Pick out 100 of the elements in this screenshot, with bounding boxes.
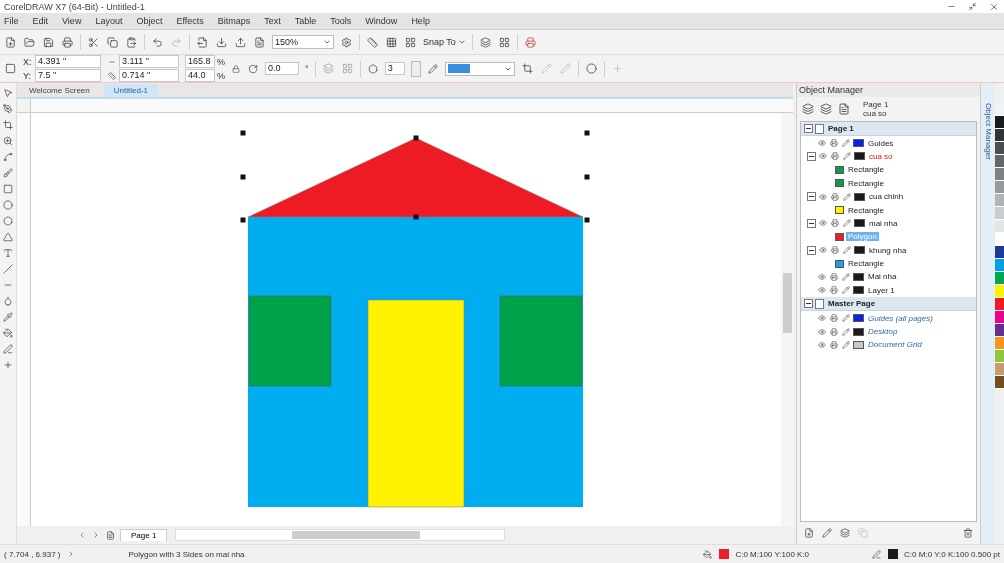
restore-icon[interactable]: [967, 1, 978, 12]
tree-item[interactable]: Page 1: [826, 124, 856, 134]
polygon-icon[interactable]: [366, 62, 379, 75]
snap-to-button[interactable]: Snap To: [423, 37, 466, 47]
zoom-dropdown[interactable]: 150%: [272, 35, 334, 49]
palette-swatch[interactable]: [995, 259, 1004, 272]
triangle-icon[interactable]: [2, 231, 14, 243]
settings-icon[interactable]: [340, 35, 353, 49]
selection-handle[interactable]: [240, 217, 246, 223]
layer-view-icon[interactable]: [819, 102, 833, 116]
polygon-icon[interactable]: [2, 215, 14, 227]
circle-icon[interactable]: [584, 62, 598, 75]
tree-item[interactable]: Rectangle: [846, 165, 887, 175]
palette-swatch[interactable]: [995, 129, 1004, 142]
palette-swatch[interactable]: [995, 155, 1004, 168]
docker-side-tab[interactable]: Object Manager: [980, 83, 995, 544]
eye-icon[interactable]: [817, 339, 827, 350]
scale-y-field[interactable]: 44.0: [185, 69, 215, 82]
rotation-field[interactable]: 0.0: [265, 62, 299, 75]
tree-item[interactable]: mai nha: [867, 218, 900, 228]
paint-bucket-icon[interactable]: [2, 327, 14, 339]
scale-x-field[interactable]: 165.8: [185, 55, 215, 68]
save-icon[interactable]: [42, 35, 55, 49]
palette-swatch[interactable]: [995, 194, 1004, 207]
layout-icon[interactable]: [404, 35, 417, 49]
pen-line-icon[interactable]: [2, 343, 14, 355]
droplet-icon[interactable]: [2, 295, 14, 307]
expand-toggle[interactable]: [807, 151, 816, 161]
outline-pen-icon[interactable]: [871, 548, 883, 560]
menu-item[interactable]: Tools: [330, 16, 352, 26]
eye-icon[interactable]: [817, 326, 827, 337]
tree-item[interactable]: Master Page: [826, 299, 878, 309]
eye-icon[interactable]: [817, 272, 827, 282]
master-layer-icon[interactable]: [839, 527, 851, 539]
printer-icon[interactable]: [830, 245, 840, 256]
eye-icon[interactable]: [817, 313, 827, 324]
tree-item[interactable]: Guides (all pages): [866, 313, 935, 323]
palette-swatch[interactable]: [995, 337, 1004, 350]
pencil-icon[interactable]: [842, 191, 852, 202]
tree-item[interactable]: Mai nha: [866, 272, 899, 282]
grid-icon[interactable]: [385, 35, 398, 49]
cut-icon[interactable]: [87, 35, 100, 49]
palette-swatch[interactable]: [995, 272, 1004, 285]
layers-icon[interactable]: [801, 102, 815, 116]
vertical-scrollbar[interactable]: [781, 113, 793, 526]
page-tab[interactable]: Page 1: [120, 529, 168, 541]
palette-swatch[interactable]: [995, 324, 1004, 337]
tree-item[interactable]: Guides: [866, 138, 896, 148]
pen-icon[interactable]: [2, 103, 14, 115]
printer-icon[interactable]: [829, 285, 839, 296]
menu-item[interactable]: Window: [365, 16, 398, 26]
selection-handle[interactable]: [240, 174, 246, 180]
brush-icon[interactable]: [2, 167, 14, 179]
pencil-icon[interactable]: [842, 151, 852, 162]
height-field[interactable]: 0.714 ": [119, 69, 179, 82]
printer-icon[interactable]: [829, 313, 839, 324]
layers-icon[interactable]: [478, 35, 492, 49]
document-tab[interactable]: Welcome Screen: [19, 84, 100, 97]
pencil-icon[interactable]: [841, 138, 851, 149]
horizontal-scrollbar[interactable]: [175, 529, 506, 541]
expand-toggle[interactable]: [807, 218, 816, 228]
selection-handle[interactable]: [584, 130, 590, 136]
rectangle-icon[interactable]: [2, 183, 14, 195]
paste-icon[interactable]: [125, 35, 138, 49]
palette-swatch[interactable]: [995, 285, 1004, 298]
menu-item[interactable]: View: [62, 16, 82, 26]
tree-item[interactable]: khung nha: [867, 245, 909, 255]
tree-item[interactable]: Desktop: [866, 327, 900, 337]
print-icon[interactable]: [61, 35, 74, 49]
printer-icon[interactable]: [829, 326, 839, 337]
menu-item[interactable]: Edit: [32, 16, 49, 26]
pencil-icon[interactable]: [841, 272, 851, 282]
pencil-icon[interactable]: [841, 326, 851, 337]
palette-swatch[interactable]: [995, 142, 1004, 155]
expand-toggle[interactable]: [804, 299, 813, 309]
outline-pen-icon[interactable]: [426, 62, 439, 75]
palette-swatch[interactable]: [995, 220, 1004, 233]
undo-icon[interactable]: [151, 35, 164, 49]
menu-item[interactable]: Text: [264, 16, 281, 26]
menu-item[interactable]: Bitmaps: [217, 16, 251, 26]
new-file-icon[interactable]: [4, 35, 17, 49]
palette-swatch[interactable]: [995, 168, 1004, 181]
palette-swatch[interactable]: [995, 311, 1004, 324]
palette-swatch[interactable]: [995, 376, 1004, 389]
palette-swatch[interactable]: [995, 350, 1004, 363]
plus-icon[interactable]: [2, 359, 14, 371]
fill-icon[interactable]: [702, 548, 714, 560]
y-position-field[interactable]: 7.5 ": [35, 69, 101, 82]
outline-width-dropdown[interactable]: [444, 61, 515, 76]
palette-swatch[interactable]: [995, 116, 1004, 129]
menu-item[interactable]: Effects: [176, 16, 204, 26]
import-icon[interactable]: [215, 35, 228, 49]
printer-icon[interactable]: [829, 339, 839, 350]
pencil-icon[interactable]: [841, 313, 851, 324]
tree-item[interactable]: Rectangle: [846, 259, 887, 269]
x-position-field[interactable]: 4.391 ": [35, 55, 101, 68]
tree-item[interactable]: cua chinh: [867, 192, 906, 202]
crop-icon[interactable]: [2, 119, 14, 131]
pointer-icon[interactable]: [2, 87, 14, 99]
sides-field[interactable]: 3: [384, 62, 405, 75]
